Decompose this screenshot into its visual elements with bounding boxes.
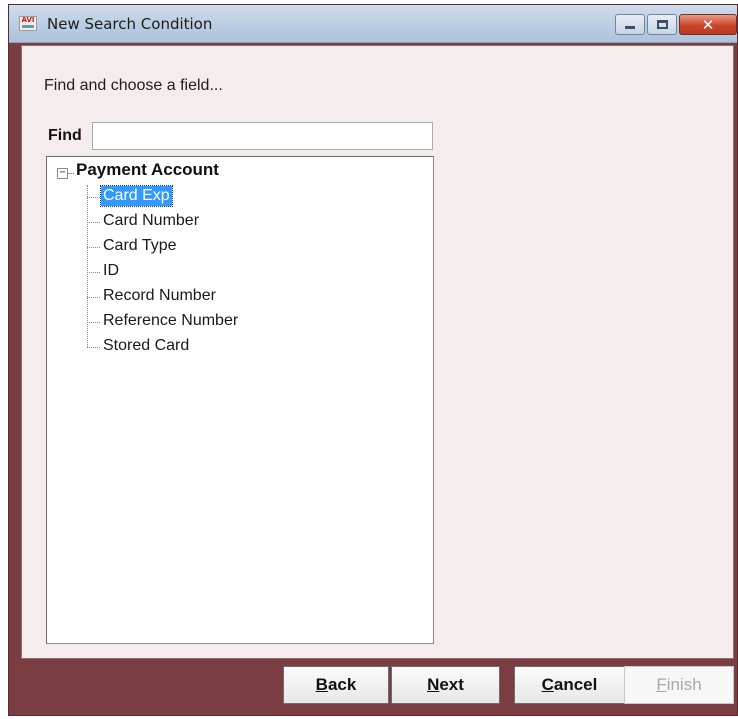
field-tree[interactable]: − Payment Account Card Exp Card Number C… bbox=[46, 156, 434, 644]
app-icon-text: AVI bbox=[21, 16, 35, 24]
tree-item-label[interactable]: Card Number bbox=[101, 211, 201, 231]
tree-item-label[interactable]: ID bbox=[101, 261, 121, 281]
maximize-button[interactable] bbox=[647, 14, 677, 35]
maximize-icon bbox=[656, 20, 668, 29]
tree-item-label[interactable]: Card Exp bbox=[100, 185, 173, 207]
back-button[interactable]: Back bbox=[283, 666, 389, 704]
finish-button: Finish bbox=[624, 666, 734, 704]
app-icon: AVI bbox=[19, 16, 37, 31]
close-button[interactable]: ✕ bbox=[679, 14, 737, 35]
tree-item-label[interactable]: Card Type bbox=[101, 236, 179, 256]
close-icon: ✕ bbox=[701, 15, 715, 34]
window-title: New Search Condition bbox=[47, 15, 213, 33]
button-bar: Back Next Cancel Finish bbox=[9, 661, 737, 713]
cancel-button[interactable]: Cancel bbox=[514, 666, 625, 704]
wizard-panel: Find and choose a field... Find − Paymen… bbox=[21, 45, 734, 659]
minimize-button[interactable] bbox=[615, 14, 645, 35]
tree-node-payment-account[interactable]: Payment Account bbox=[76, 160, 219, 180]
next-button[interactable]: Next bbox=[391, 666, 500, 704]
title-bar[interactable]: AVI New Search Condition ✕ bbox=[9, 5, 737, 43]
find-input[interactable] bbox=[92, 122, 433, 150]
tree-item-label[interactable]: Stored Card bbox=[101, 336, 191, 356]
instruction-text: Find and choose a field... bbox=[44, 77, 223, 94]
minimize-icon bbox=[625, 26, 635, 29]
tree-item-label[interactable]: Reference Number bbox=[101, 311, 240, 331]
find-label: Find bbox=[48, 127, 82, 144]
collapse-icon[interactable]: − bbox=[57, 168, 68, 179]
tree-item-label[interactable]: Record Number bbox=[101, 286, 218, 306]
dialog-window: AVI New Search Condition ✕ Find and choo… bbox=[8, 4, 738, 716]
